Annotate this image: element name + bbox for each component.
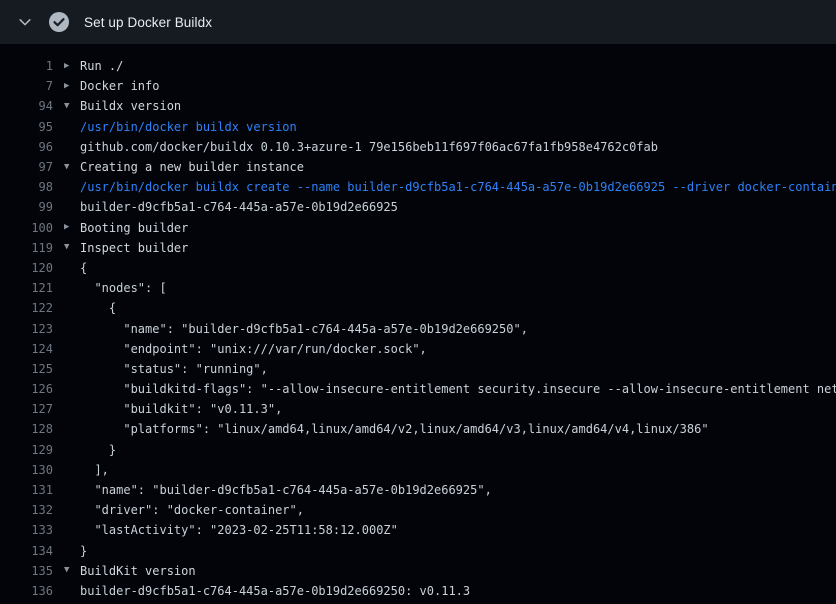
group-title[interactable]: Booting builder — [80, 221, 188, 235]
log-line: 131 "name": "builder-d9cfb5a1-c764-445a-… — [0, 480, 836, 500]
output-text: "buildkitd-flags": "--allow-insecure-ent… — [80, 382, 836, 396]
line-number[interactable]: 119 — [0, 241, 53, 255]
log-group-line[interactable]: 97▼Creating a new builder instance — [0, 157, 836, 177]
group-collapsed-icon[interactable]: ▶ — [53, 62, 80, 71]
group-collapsed-icon[interactable]: ▶ — [53, 223, 80, 232]
log-line: 121 "nodes": [ — [0, 278, 836, 298]
log-line: 130 ], — [0, 460, 836, 480]
output-text: ], — [80, 463, 109, 477]
log-line: 122 { — [0, 298, 836, 318]
output-text: "name": "builder-d9cfb5a1-c764-445a-a57e… — [80, 322, 528, 336]
output-text: "platforms": "linux/amd64,linux/amd64/v2… — [80, 422, 709, 436]
chevron-down-icon[interactable] — [16, 13, 34, 31]
log-line: 134} — [0, 541, 836, 561]
line-number[interactable]: 132 — [0, 503, 53, 517]
log-line: 120 { — [0, 258, 836, 278]
group-title[interactable]: Inspect builder — [80, 241, 188, 255]
line-number[interactable]: 99 — [0, 200, 53, 214]
line-number[interactable]: 128 — [0, 422, 53, 436]
step-title: Set up Docker Buildx — [84, 15, 212, 30]
line-number[interactable]: 96 — [0, 140, 53, 154]
output-text: "status": "running", — [80, 362, 268, 376]
command-text: /usr/bin/docker buildx version — [80, 120, 297, 134]
log-group-line[interactable]: 94▼Buildx version — [0, 96, 836, 116]
log-group-line[interactable]: 1▶Run ./ — [0, 56, 836, 76]
log-line: 128 "platforms": "linux/amd64,linux/amd6… — [0, 419, 836, 439]
line-number[interactable]: 7 — [0, 79, 53, 93]
output-text: "driver": "docker-container", — [80, 503, 304, 517]
log-line: 96 github.com/docker/buildx 0.10.3+azure-… — [0, 137, 836, 157]
output-text: "buildkit": "v0.11.3", — [80, 402, 282, 416]
output-text: { — [80, 301, 116, 315]
group-title[interactable]: Creating a new builder instance — [80, 160, 304, 174]
log-line: 126 "buildkitd-flags": "--allow-insecure… — [0, 379, 836, 399]
log-line: 95/usr/bin/docker buildx version — [0, 117, 836, 137]
group-collapsed-icon[interactable]: ▶ — [53, 82, 80, 91]
line-number[interactable]: 133 — [0, 523, 53, 537]
log-line: 123 "name": "builder-d9cfb5a1-c764-445a-… — [0, 318, 836, 338]
group-expanded-icon[interactable]: ▼ — [53, 102, 80, 111]
output-text: "endpoint": "unix:///var/run/docker.sock… — [80, 342, 427, 356]
log-line: 125 "status": "running", — [0, 359, 836, 379]
line-number[interactable]: 124 — [0, 342, 53, 356]
log-group-line[interactable]: 135▼BuildKit version — [0, 561, 836, 581]
line-number[interactable]: 1 — [0, 59, 53, 73]
line-number[interactable]: 125 — [0, 362, 53, 376]
line-number[interactable]: 135 — [0, 564, 53, 578]
line-number[interactable]: 122 — [0, 301, 53, 315]
line-number[interactable]: 120 — [0, 261, 53, 275]
log-line: 99 builder-d9cfb5a1-c764-445a-a57e-0b19d2… — [0, 197, 836, 217]
line-number[interactable]: 95 — [0, 120, 53, 134]
line-number[interactable]: 127 — [0, 402, 53, 416]
line-number[interactable]: 130 — [0, 463, 53, 477]
log-line: 98/usr/bin/docker buildx create --name b… — [0, 177, 836, 197]
output-text: "name": "builder-d9cfb5a1-c764-445a-a57e… — [80, 483, 492, 497]
group-title[interactable]: Docker info — [80, 79, 159, 93]
line-number[interactable]: 136 — [0, 584, 53, 598]
output-text: "lastActivity": "2023-02-25T11:58:12.000… — [80, 523, 398, 537]
log-line: 132 "driver": "docker-container", — [0, 500, 836, 520]
log-group-line[interactable]: 100▶Booting builder — [0, 218, 836, 238]
line-number[interactable]: 98 — [0, 180, 53, 194]
step-header[interactable]: Set up Docker Buildx — [0, 0, 836, 44]
command-text: /usr/bin/docker buildx create --name bui… — [80, 180, 836, 194]
log-line: 136 builder-d9cfb5a1-c764-445a-a57e-0b19d… — [0, 581, 836, 601]
line-number[interactable]: 97 — [0, 160, 53, 174]
group-title[interactable]: Run ./ — [80, 59, 123, 73]
line-number[interactable]: 129 — [0, 443, 53, 457]
log-group-line[interactable]: 119▼Inspect builder — [0, 238, 836, 258]
log-line: 133 "lastActivity": "2023-02-25T11:58:12… — [0, 520, 836, 540]
line-number[interactable]: 121 — [0, 281, 53, 295]
log-panel: 1▶Run ./7▶Docker info94▼Buildx version95… — [0, 44, 836, 601]
line-number[interactable]: 94 — [0, 99, 53, 113]
line-number[interactable]: 134 — [0, 544, 53, 558]
output-text: github.com/docker/buildx 0.10.3+azure-1 … — [80, 140, 658, 154]
log-line: 127 "buildkit": "v0.11.3", — [0, 399, 836, 419]
output-text: } — [80, 544, 87, 558]
output-text: builder-d9cfb5a1-c764-445a-a57e-0b19d2e6… — [80, 584, 470, 598]
line-number[interactable]: 131 — [0, 483, 53, 497]
log-line: 129 } — [0, 440, 836, 460]
check-circle-icon — [48, 11, 70, 33]
group-expanded-icon[interactable]: ▼ — [53, 163, 80, 172]
line-number[interactable]: 126 — [0, 382, 53, 396]
log-line: 124 "endpoint": "unix:///var/run/docker.… — [0, 339, 836, 359]
line-number[interactable]: 100 — [0, 221, 53, 235]
output-text: "nodes": [ — [80, 281, 167, 295]
output-text: builder-d9cfb5a1-c764-445a-a57e-0b19d2e6… — [80, 200, 398, 214]
group-title[interactable]: BuildKit version — [80, 564, 196, 578]
group-title[interactable]: Buildx version — [80, 99, 181, 113]
group-expanded-icon[interactable]: ▼ — [53, 243, 80, 252]
group-expanded-icon[interactable]: ▼ — [53, 566, 80, 575]
output-text: } — [80, 443, 116, 457]
line-number[interactable]: 123 — [0, 322, 53, 336]
log-group-line[interactable]: 7▶Docker info — [0, 76, 836, 96]
output-text: { — [80, 261, 87, 275]
